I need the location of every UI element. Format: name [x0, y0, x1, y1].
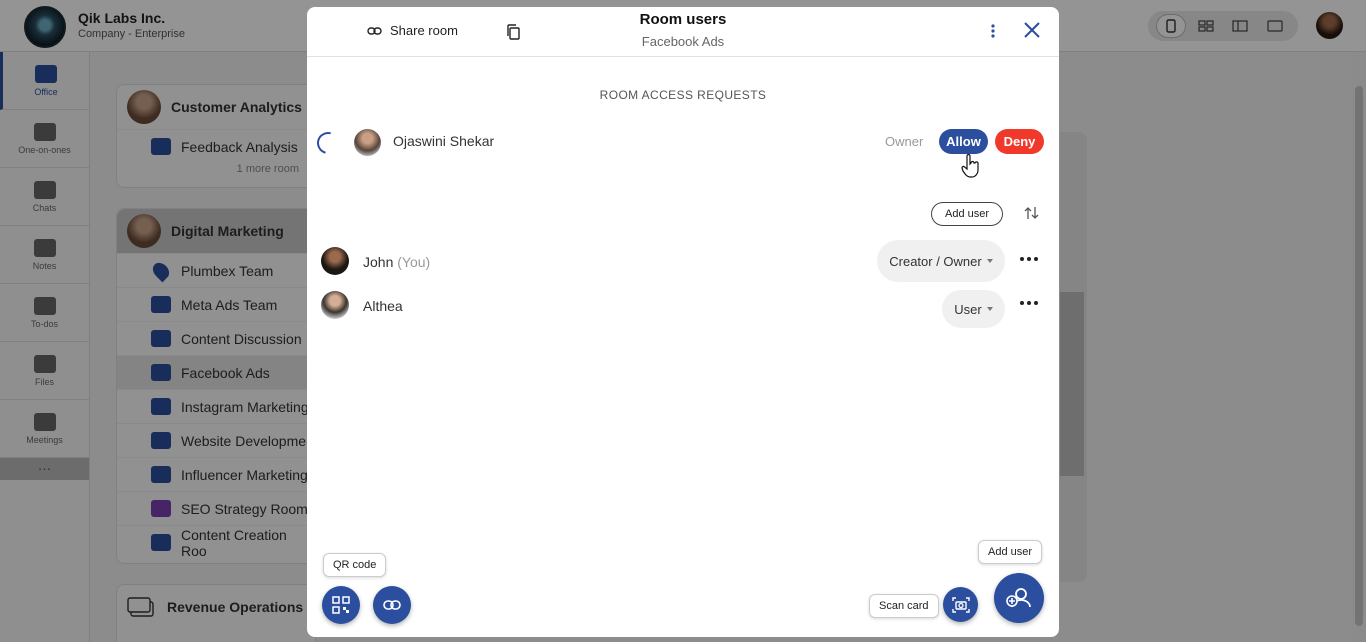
role-dropdown[interactable]: User	[942, 290, 1005, 328]
access-requests-heading: ROOM ACCESS REQUESTS	[599, 88, 767, 102]
chevron-down-icon	[986, 307, 993, 311]
modal-header: Share room Room users Facebook Ads	[307, 7, 1059, 57]
user-options-icon[interactable]	[1020, 301, 1038, 305]
copy-link-button[interactable]	[373, 586, 411, 624]
loading-spinner-icon	[312, 127, 344, 159]
modal-subtitle: Facebook Ads	[641, 34, 725, 49]
allow-button[interactable]: Allow	[939, 129, 988, 154]
sort-icon[interactable]	[1024, 206, 1040, 220]
deny-button[interactable]: Deny	[995, 129, 1044, 154]
requester-role: Owner	[885, 134, 924, 149]
user-row: Althea User	[307, 284, 1059, 328]
requester-name: Ojaswini Shekar	[393, 133, 495, 149]
access-request-row: Ojaswini Shekar Owner Allow Deny	[307, 127, 1059, 167]
add-user-tooltip: Add user	[978, 540, 1043, 564]
hand-cursor-icon	[961, 154, 979, 178]
link-icon	[383, 600, 401, 610]
role-label: Creator / Owner	[889, 253, 982, 269]
add-user-button[interactable]: Add user	[931, 202, 1003, 226]
scan-card-button[interactable]	[943, 587, 978, 622]
scan-card-tooltip: Scan card	[869, 594, 939, 618]
user-name: Althea	[363, 298, 403, 314]
room-users-modal: Share room Room users Facebook Ads ROOM …	[307, 7, 1059, 637]
avatar	[321, 291, 349, 319]
role-dropdown[interactable]: Creator / Owner	[877, 240, 1005, 282]
qr-code-tooltip: QR code	[323, 553, 387, 577]
you-label: (You)	[397, 254, 431, 270]
close-icon[interactable]	[1023, 21, 1041, 39]
avatar	[321, 247, 349, 275]
add-user-fab[interactable]	[994, 573, 1044, 623]
role-label: User	[954, 301, 982, 317]
more-options-icon[interactable]	[991, 23, 995, 39]
user-options-icon[interactable]	[1020, 257, 1038, 261]
user-name-text: John	[363, 254, 394, 270]
avatar	[354, 129, 381, 156]
camera-icon	[951, 596, 970, 613]
qr-code-button[interactable]	[322, 586, 360, 624]
user-name: John (You)	[363, 254, 430, 270]
add-user-icon	[1006, 588, 1031, 608]
modal-title: Room users	[639, 11, 727, 28]
chevron-down-icon	[986, 259, 993, 263]
qr-code-icon	[332, 596, 350, 614]
user-row: John (You) Creator / Owner	[307, 240, 1059, 282]
